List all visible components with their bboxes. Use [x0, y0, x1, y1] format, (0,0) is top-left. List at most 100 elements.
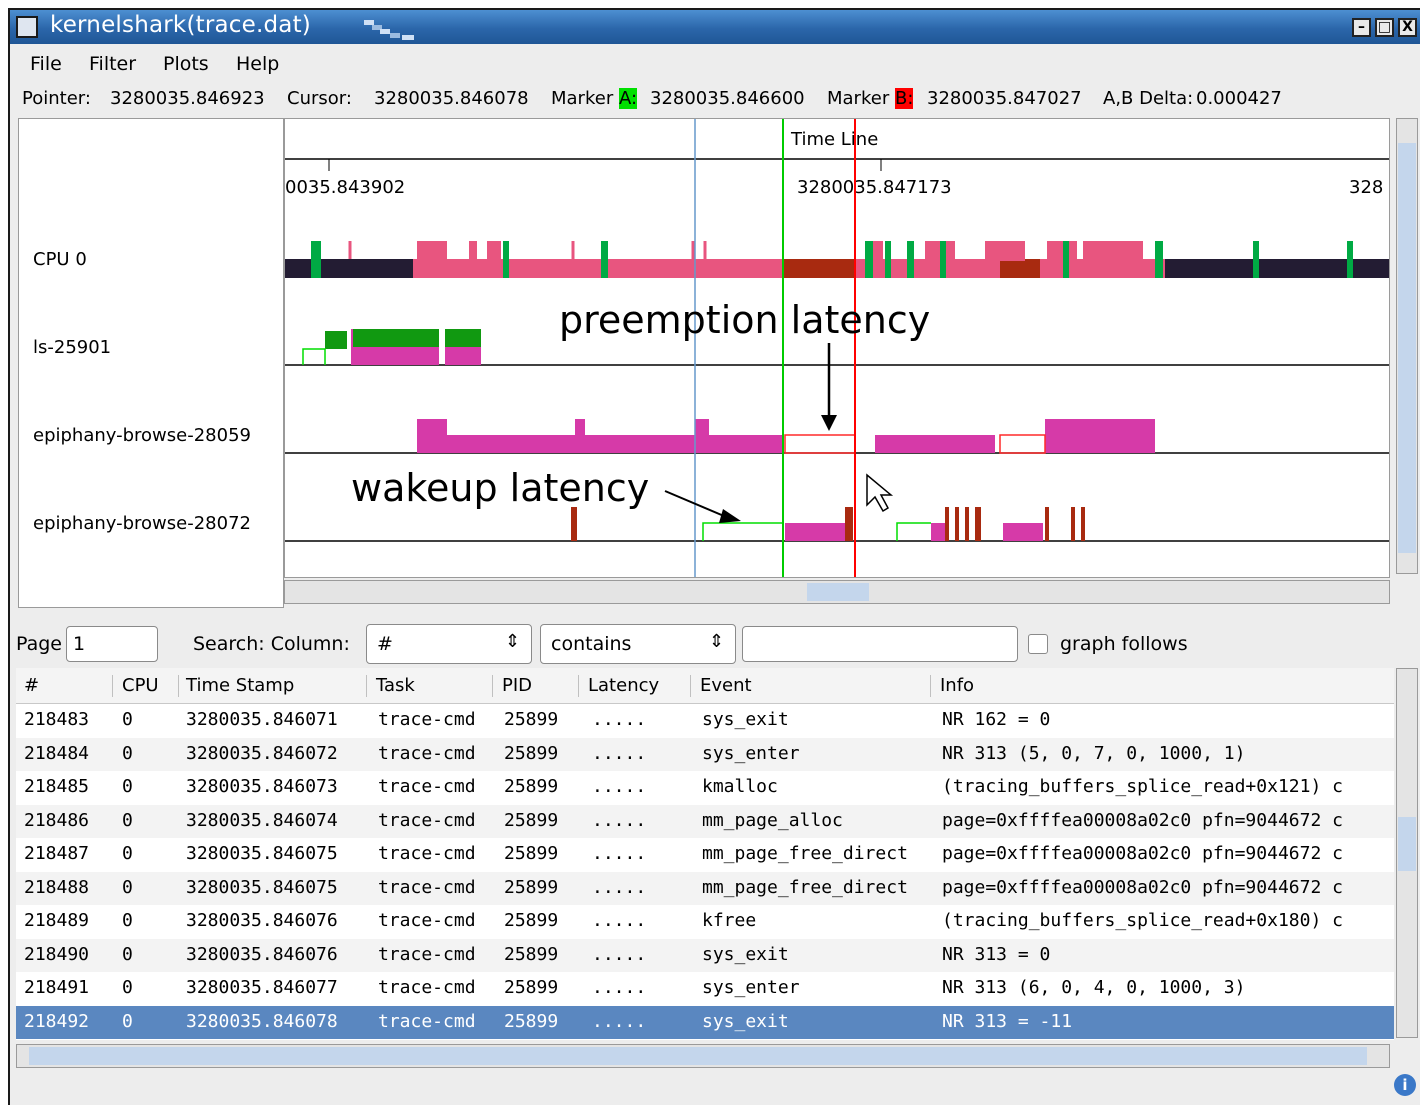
- menu-plots[interactable]: Plots: [163, 53, 209, 75]
- cell-latency: .....: [592, 709, 647, 730]
- plot-label-cpu0[interactable]: CPU 0: [33, 249, 87, 270]
- table-row[interactable]: 218485 0 3280035.846073 trace-cmd 25899.....…: [16, 771, 1394, 805]
- plot-labels-panel: CPU 0 ls-25901 epiphany-browse-28059 epi…: [18, 118, 284, 608]
- cell-pid: 25899: [504, 709, 559, 730]
- marker-b-label: Marker: [827, 88, 890, 109]
- table-row[interactable]: 218483 0 3280035.846071 trace-cmd 25899.....…: [16, 704, 1394, 738]
- plot-label-ls[interactable]: ls-25901: [33, 337, 111, 358]
- table-row[interactable]: 218486 0 3280035.846074 trace-cmd 25899.....…: [16, 804, 1394, 838]
- window-menu-icon[interactable]: [16, 16, 38, 38]
- cell-event: mm_page_alloc: [702, 809, 843, 831]
- menu-file[interactable]: File: [30, 53, 62, 75]
- cell-info: page=0xffffea00008a02c0 pfn=9044672 c: [942, 876, 1343, 898]
- cell-task: trace-cmd: [378, 977, 476, 998]
- cell-event: mm_page_free_direct: [702, 843, 908, 864]
- col-header-number[interactable]: #: [24, 675, 39, 696]
- cell-latency: .....: [592, 809, 647, 831]
- table-vertical-scrollbar[interactable]: [1396, 668, 1418, 1038]
- mouse-cursor-icon: [866, 473, 894, 513]
- cell-event: mm_page_free_direct: [702, 876, 908, 898]
- pointer-label: Pointer:: [22, 88, 91, 109]
- col-header-task[interactable]: Task: [376, 675, 415, 696]
- column-select[interactable]: # ⇕: [366, 624, 532, 664]
- graph-canvas[interactable]: Time Line 0035.843902 3280035.847173 328: [285, 119, 1390, 578]
- table-horizontal-scrollbar[interactable]: [16, 1044, 1390, 1068]
- info-bar: Pointer: 3280035.846923 Cursor: 3280035.…: [10, 84, 1420, 116]
- cell-latency: .....: [592, 876, 647, 898]
- cell-pid: 25899: [504, 876, 559, 898]
- plot-label-epiphany-28059[interactable]: epiphany-browse-28059: [33, 425, 251, 446]
- menu-filter[interactable]: Filter: [89, 53, 136, 75]
- table-row[interactable]: 218488 0 3280035.846075 trace-cmd 25899.....…: [16, 871, 1394, 905]
- cell-event: kmalloc: [702, 776, 778, 797]
- page-spinbox[interactable]: 1: [66, 626, 158, 662]
- cell-task: trace-cmd: [378, 910, 476, 931]
- graph-follows-label: graph follows: [1060, 633, 1188, 655]
- graph-hscroll-thumb[interactable]: [807, 583, 869, 601]
- cell-info: NR 313 (6, 0, 4, 0, 1000, 3): [942, 977, 1246, 998]
- col-header-cpu[interactable]: CPU: [122, 675, 159, 696]
- cell-cpu: 0: [122, 709, 133, 730]
- col-header-timestamp[interactable]: Time Stamp: [186, 675, 294, 696]
- cpu0-plot: [285, 241, 1389, 278]
- cell-timestamp: 3280035.846074: [186, 809, 338, 831]
- table-row[interactable]: 218492 0 3280035.846078 trace-cmd 25899.....…: [16, 1005, 1394, 1039]
- cell-num: 218487: [24, 843, 90, 864]
- cell-num: 218484: [24, 742, 90, 764]
- col-header-event[interactable]: Event: [700, 675, 752, 696]
- marker-a-tag[interactable]: A:: [619, 88, 638, 109]
- trace-graph[interactable]: Time Line 0035.843902 3280035.847173 328: [284, 118, 1390, 578]
- cell-num: 218492: [24, 1010, 90, 1032]
- menu-help[interactable]: Help: [236, 53, 279, 75]
- col-header-pid[interactable]: PID: [502, 675, 532, 696]
- page-label: Page: [16, 633, 62, 655]
- minimize-button[interactable]: –: [1352, 18, 1371, 37]
- title-bar[interactable]: kernelshark(trace.dat) – □ X: [10, 10, 1420, 44]
- search-input[interactable]: [742, 626, 1018, 662]
- cell-timestamp: 3280035.846073: [186, 776, 338, 797]
- graph-vscroll-thumb[interactable]: [1398, 143, 1416, 553]
- cell-info: NR 313 (5, 0, 7, 0, 1000, 1): [942, 742, 1246, 764]
- table-row[interactable]: 218489 0 3280035.846076 trace-cmd 25899.....…: [16, 905, 1394, 939]
- cell-timestamp: 3280035.846077: [186, 977, 338, 998]
- cell-cpu: 0: [122, 843, 133, 864]
- cell-event: sys_exit: [702, 943, 789, 965]
- close-button[interactable]: X: [1398, 18, 1417, 37]
- info-icon[interactable]: i: [1394, 1074, 1416, 1096]
- graph-horizontal-scrollbar[interactable]: [284, 580, 1390, 604]
- delta-value: 0.000427: [1196, 88, 1282, 109]
- cell-task: trace-cmd: [378, 742, 476, 764]
- table-row[interactable]: 218484 0 3280035.846072 trace-cmd 25899.....…: [16, 737, 1394, 771]
- table-row[interactable]: 218487 0 3280035.846075 trace-cmd 25899.....…: [16, 838, 1394, 872]
- col-header-latency[interactable]: Latency: [588, 675, 659, 696]
- table-row[interactable]: 218490 0 3280035.846076 trace-cmd 25899.....…: [16, 938, 1394, 972]
- cell-pid: 25899: [504, 776, 559, 797]
- cell-cpu: 0: [122, 977, 133, 998]
- column-select-value: #: [377, 633, 393, 655]
- table-vscroll-thumb[interactable]: [1398, 817, 1416, 871]
- cell-task: trace-cmd: [378, 876, 476, 898]
- maximize-button[interactable]: □: [1375, 18, 1394, 37]
- cell-num: 218486: [24, 809, 90, 831]
- cell-latency: .....: [592, 943, 647, 965]
- cell-cpu: 0: [122, 809, 133, 831]
- graph-vertical-scrollbar[interactable]: [1396, 118, 1418, 574]
- cell-event: sys_enter: [702, 742, 800, 764]
- match-select[interactable]: contains ⇕: [540, 624, 736, 664]
- col-header-info[interactable]: Info: [940, 675, 974, 696]
- wakeup-annotation: wakeup latency: [351, 466, 649, 510]
- app-icon: [364, 20, 414, 40]
- cell-info: (tracing_buffers_splice_read+0x180) c: [942, 910, 1343, 931]
- table-row[interactable]: 218491 0 3280035.846077 trace-cmd 25899.....…: [16, 972, 1394, 1006]
- tick-label-right: 328: [1349, 177, 1383, 198]
- cell-cpu: 0: [122, 943, 133, 965]
- cell-info: page=0xffffea00008a02c0 pfn=9044672 c: [942, 843, 1343, 864]
- marker-a-value: 3280035.846600: [650, 88, 805, 109]
- marker-b-tag[interactable]: B:: [895, 88, 914, 109]
- graph-follows-checkbox[interactable]: [1028, 634, 1048, 654]
- cell-task: trace-cmd: [378, 809, 476, 831]
- cell-cpu: 0: [122, 742, 133, 764]
- table-hscroll-thumb[interactable]: [29, 1047, 1367, 1065]
- cell-timestamp: 3280035.846076: [186, 943, 338, 965]
- plot-label-epiphany-28072[interactable]: epiphany-browse-28072: [33, 513, 251, 534]
